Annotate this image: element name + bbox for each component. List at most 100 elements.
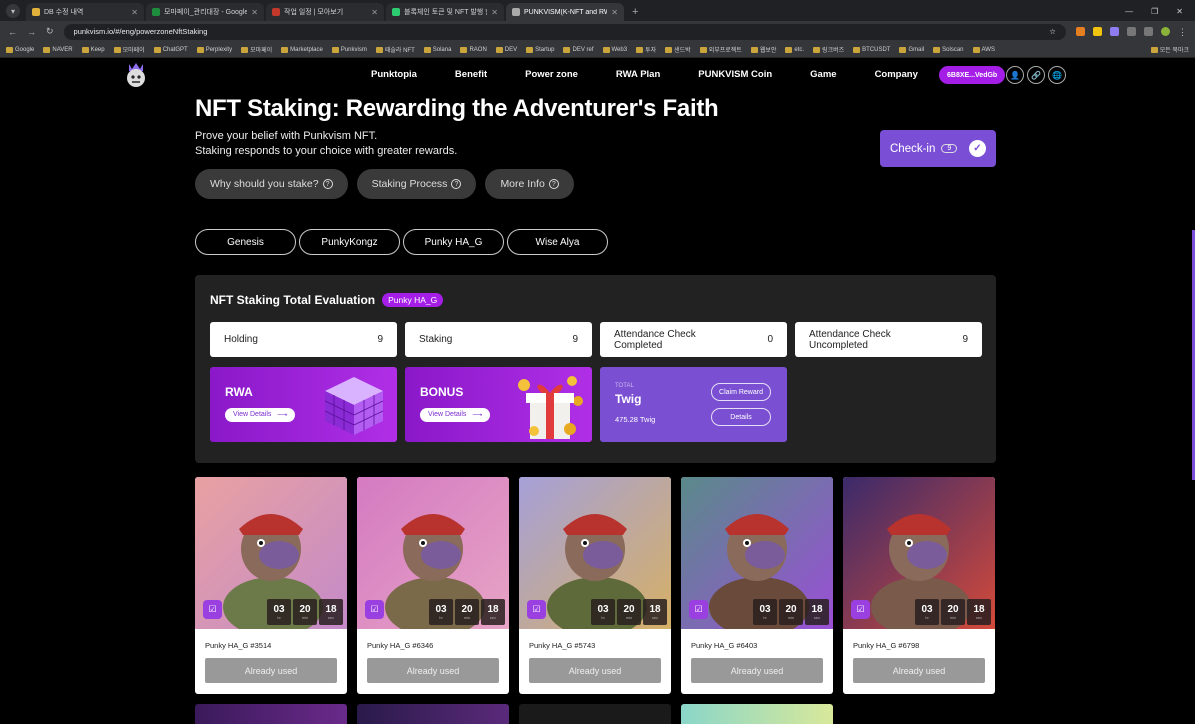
check-in-button[interactable]: Check-in 9 ✓ <box>880 130 996 167</box>
nft-card[interactable]: ☑ 03 hr 20 min 18 sec Punky HA_G #6403 Already u… <box>681 477 833 694</box>
link-icon[interactable]: 🔗 <box>1027 66 1045 84</box>
extension-icon[interactable] <box>1076 27 1085 36</box>
staking-process-button[interactable]: Staking Process? <box>356 169 477 199</box>
site-header: Punktopia Benefit Power zone RWA Plan PU… <box>0 58 1195 92</box>
nav-punktopia[interactable]: Punktopia <box>371 69 417 80</box>
nft-card-partial[interactable] <box>681 704 833 724</box>
stat-holding: Holding 9 <box>210 322 397 357</box>
bookmark-item[interactable]: DEV ref <box>563 46 594 53</box>
new-tab-icon[interactable]: + <box>626 6 644 21</box>
bookmark-item[interactable]: Marketplace <box>281 46 323 53</box>
rwa-view-details-button[interactable]: View Details ⟶ <box>225 408 296 422</box>
already-used-button[interactable]: Already used <box>529 658 661 683</box>
browser-tab[interactable]: 모마페이_관리대장 - Google S ✕ <box>146 3 264 21</box>
tab-wise-alya[interactable]: Wise Alya <box>507 229 608 255</box>
bookmark-item[interactable]: Solana <box>423 46 451 53</box>
nft-card-partial[interactable] <box>357 704 509 724</box>
avatar[interactable] <box>1161 27 1170 36</box>
twig-details-button[interactable]: Details <box>711 408 771 426</box>
nav-game[interactable]: Game <box>810 69 836 80</box>
profile-icon[interactable] <box>1144 27 1153 36</box>
nav-power-zone[interactable]: Power zone <box>525 69 578 80</box>
nft-card[interactable]: ☑ 03 hr 20 min 18 sec Punky HA_G #5743 Already u… <box>519 477 671 694</box>
already-used-button[interactable]: Already used <box>367 658 499 683</box>
bonus-view-details-button[interactable]: View Details ⟶ <box>420 408 491 422</box>
nft-card-partial[interactable] <box>519 704 671 724</box>
restore-icon[interactable]: ❐ <box>1151 7 1158 16</box>
bookmarks-bar: Google NAVER Keep 모마페이 ChatGPT Perplexity 모마페이… <box>0 42 1195 58</box>
bookmark-item[interactable]: AWS <box>972 46 995 53</box>
tab-punky-ha-g[interactable]: Punky HA_G <box>403 229 504 255</box>
tab-genesis[interactable]: Genesis <box>195 229 296 255</box>
bookmark-item[interactable]: 외부프로젝트 <box>699 45 742 54</box>
extension-icon[interactable] <box>1093 27 1102 36</box>
nav-company[interactable]: Company <box>875 69 918 80</box>
bookmark-item[interactable]: ChatGPT <box>153 46 188 53</box>
back-icon[interactable]: ← <box>8 27 17 37</box>
all-bookmarks[interactable]: 모든 북마크 <box>1150 45 1189 54</box>
window-close-icon[interactable]: ✕ <box>1176 7 1183 16</box>
close-tab-icon[interactable]: ✕ <box>131 8 138 17</box>
close-tab-icon[interactable]: ✕ <box>491 8 498 17</box>
browser-tab-active[interactable]: PUNKVISM(K-NFT and RWA)✕ <box>506 3 624 21</box>
close-tab-icon[interactable]: ✕ <box>371 8 378 17</box>
claim-reward-button[interactable]: Claim Reward <box>711 383 771 401</box>
timer-minutes: 20 min <box>455 599 479 625</box>
bookmark-item[interactable]: 샌드박 <box>665 45 691 54</box>
bookmark-item[interactable]: 모마페이 <box>113 45 145 54</box>
bookmark-item[interactable]: Web3 <box>602 46 627 53</box>
why-stake-button[interactable]: Why should you stake?? <box>195 169 348 199</box>
reload-icon[interactable]: ↻ <box>46 26 54 37</box>
punkvism-logo-icon[interactable] <box>124 60 148 88</box>
extensions-puzzle-icon[interactable] <box>1127 27 1136 36</box>
more-info-button[interactable]: More Info? <box>485 169 574 199</box>
bookmark-item[interactable]: Gmail <box>899 46 924 53</box>
bookmark-item[interactable]: Google <box>6 46 34 53</box>
minimize-icon[interactable]: — <box>1125 7 1133 16</box>
more-menu-icon[interactable]: ⋮ <box>1178 27 1187 37</box>
browser-tab[interactable]: DB 수정 내역 ✕ <box>26 3 144 21</box>
main-menu: Punktopia Benefit Power zone RWA Plan PU… <box>371 69 956 80</box>
bookmark-item[interactable]: 링크버즈 <box>813 45 844 54</box>
browser-tab[interactable]: 블록체인 토큰 및 NFT 발행 한 ✕ <box>386 3 504 21</box>
bookmark-item[interactable]: BTCUSDT <box>853 46 890 53</box>
forward-icon[interactable]: → <box>27 27 36 37</box>
already-used-button[interactable]: Already used <box>205 658 337 683</box>
bookmark-item[interactable]: Keep <box>81 46 105 53</box>
stats-row: Holding 9 Staking 9 Attendance Check Compl… <box>210 322 982 357</box>
nav-punkvism-coin[interactable]: PUNKVISM Coin <box>698 69 772 80</box>
bookmark-item[interactable]: etc. <box>785 46 804 53</box>
close-tab-icon[interactable]: ✕ <box>251 8 258 17</box>
bookmark-item[interactable]: Startup <box>526 46 554 53</box>
bookmark-star-icon[interactable]: ☆ <box>1049 27 1056 36</box>
bookmark-item[interactable]: DEV <box>495 46 517 53</box>
browser-tab-bar: ▾ DB 수정 내역 ✕ 모마페이_관리대장 - Google S ✕ 작업 일정 … <box>0 0 1195 21</box>
url-input[interactable]: punkvism.io/#/eng/powerzoneNftStaking ☆ <box>63 23 1066 40</box>
bookmark-item[interactable]: 모마페이 <box>241 45 272 54</box>
bookmark-item[interactable]: Solscan <box>933 46 964 53</box>
tab-search-icon[interactable]: ▾ <box>6 4 20 18</box>
globe-icon[interactable]: 🌐 <box>1048 66 1066 84</box>
bookmark-item[interactable]: Perplexity <box>196 46 232 53</box>
user-icon[interactable]: 👤 <box>1006 66 1024 84</box>
nav-benefit[interactable]: Benefit <box>455 69 487 80</box>
browser-tab[interactable]: 작업 일정 | 모아보기 ✕ <box>266 3 384 21</box>
nft-card[interactable]: ☑ 03 hr 20 min 18 sec Punky HA_G #3514 Already u… <box>195 477 347 694</box>
bookmark-item[interactable]: 때슬라 NFT <box>375 45 415 54</box>
extension-icon[interactable] <box>1110 27 1119 36</box>
bookmark-item[interactable]: Punkvism <box>331 46 367 53</box>
already-used-button[interactable]: Already used <box>691 658 823 683</box>
nav-rwa-plan[interactable]: RWA Plan <box>616 69 660 80</box>
nft-card[interactable]: ☑ 03 hr 20 min 18 sec Punky HA_G #6798 Already u… <box>843 477 995 694</box>
wallet-button[interactable]: 6B8XE...VedGb <box>939 66 1006 84</box>
bookmark-item[interactable]: 웹보안 <box>750 45 776 54</box>
bookmark-item[interactable]: RAON <box>460 46 487 53</box>
tab-punkykongz[interactable]: PunkyKongz <box>299 229 400 255</box>
close-tab-icon[interactable]: ✕ <box>611 8 618 17</box>
already-used-button[interactable]: Already used <box>853 658 985 683</box>
nft-card[interactable]: ☑ 03 hr 20 min 18 sec Punky HA_G #6346 Already u… <box>357 477 509 694</box>
bookmark-item[interactable]: 투자 <box>636 45 656 54</box>
timer-seconds: 18 sec <box>481 599 505 625</box>
bookmark-item[interactable]: NAVER <box>43 46 73 53</box>
nft-card-partial[interactable] <box>195 704 347 724</box>
